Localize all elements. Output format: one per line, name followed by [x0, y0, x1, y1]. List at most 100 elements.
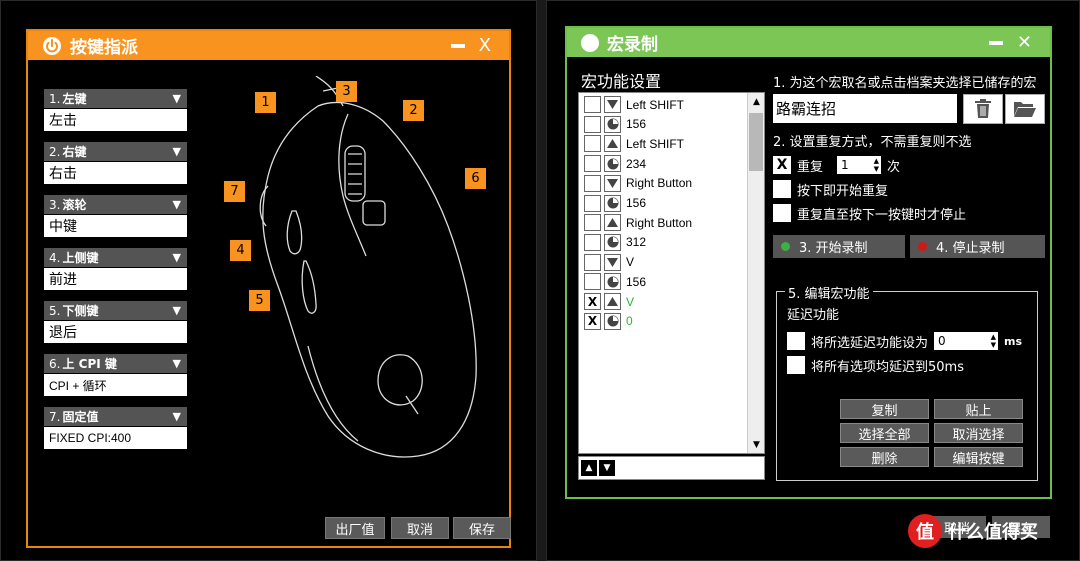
dropdown-arrow-icon[interactable]: ▼ [173, 251, 181, 264]
minimize-icon[interactable] [988, 40, 1003, 45]
item-checkbox[interactable]: X [584, 312, 601, 330]
item-checkbox[interactable]: X [584, 293, 601, 310]
key-down-icon [604, 96, 621, 113]
select-all-button[interactable]: 选择全部 [840, 423, 929, 443]
macro-list-item[interactable]: Right Button [584, 213, 692, 232]
key-slot-value[interactable]: 右击 [44, 162, 187, 184]
close-icon[interactable]: ✕ [1017, 33, 1032, 52]
move-up-icon[interactable]: ▲ [581, 460, 597, 476]
item-checkbox[interactable] [584, 253, 601, 271]
item-checkbox[interactable] [584, 194, 601, 212]
item-label: V [626, 255, 635, 270]
list-scrollbar[interactable]: ▲ ▼ [747, 93, 764, 453]
trash-icon [975, 99, 991, 118]
macro-recording-dialog: 宏录制 ✕ 宏功能设置 Left SHIFT 156 Left SHIFT 234 Ri… [565, 26, 1052, 499]
red-dot-icon [918, 242, 927, 251]
key-slot-6[interactable]: 6. 上 CPI 键 ▼ CPI + 循环 [44, 354, 187, 396]
item-checkbox[interactable] [584, 214, 601, 232]
delete-macro-button[interactable] [963, 94, 1003, 124]
key-slot-value[interactable]: FIXED CPI:400 [44, 427, 187, 449]
cancel-button[interactable]: 取消 [391, 517, 449, 539]
macro-list-item[interactable]: XV [584, 292, 634, 311]
scroll-down-icon[interactable]: ▼ [748, 436, 765, 453]
close-icon[interactable]: X [479, 36, 491, 55]
macro-list-item[interactable]: 156 [584, 272, 646, 291]
stepper-arrows-icon[interactable]: ▲ ▼ [874, 157, 879, 173]
set-delay-option[interactable]: 将所选延迟功能设为 0 ▲ ▼ ms [787, 331, 1022, 351]
item-checkbox[interactable] [584, 273, 601, 291]
step1-label: 1. 为这个宏取名或点击档案夹选择已储存的宏 [773, 76, 1037, 91]
key-slot-value[interactable]: CPI + 循环 [44, 374, 187, 396]
stepper-arrows-icon[interactable]: ▲ ▼ [991, 333, 996, 349]
press-start-option[interactable]: 按下即开始重复 [773, 179, 888, 199]
key-slot-7[interactable]: 7. 固定值 ▼ FIXED CPI:400 [44, 407, 187, 449]
key-slot-2[interactable]: 2. 右键 ▼ 右击 [44, 142, 187, 184]
delay-clock-icon [604, 115, 621, 133]
dropdown-arrow-icon[interactable]: ▼ [173, 92, 181, 105]
minimize-icon[interactable] [450, 43, 465, 48]
key-slot-5[interactable]: 5. 下侧键 ▼ 退后 [44, 301, 187, 343]
factory-reset-button[interactable]: 出厂值 [325, 517, 385, 539]
move-down-icon[interactable]: ▼ [599, 460, 615, 476]
macro-list-item[interactable]: V [584, 253, 634, 272]
item-checkbox[interactable] [584, 115, 601, 133]
macro-list-title: 宏功能设置 [581, 72, 662, 91]
key-assignment-dialog: 按键指派 X 1. 左键 ▼ 左击 2. 右键 ▼ 右击 3. 滚轮 ▼ 中键 4. 上侧键 ▼… [26, 29, 511, 548]
item-checkbox[interactable] [584, 174, 601, 192]
dropdown-arrow-icon[interactable]: ▼ [173, 198, 181, 211]
macro-list-item[interactable]: 312 [584, 233, 646, 252]
scroll-up-icon[interactable]: ▲ [748, 93, 765, 110]
macro-list-item[interactable]: 156 [584, 115, 646, 134]
paste-button[interactable]: 贴上 [934, 399, 1023, 419]
key-up-icon [604, 214, 621, 232]
macro-list-item[interactable]: Left SHIFT [584, 95, 684, 114]
key-slot-1[interactable]: 1. 左键 ▼ 左击 [44, 89, 187, 131]
dropdown-arrow-icon[interactable]: ▼ [173, 357, 181, 370]
copy-button[interactable]: 复制 [840, 399, 929, 419]
delay-title: 延迟功能 [787, 308, 840, 323]
dropdown-arrow-icon[interactable]: ▼ [173, 304, 181, 317]
delay-clock-icon [604, 273, 621, 291]
repeat-count-stepper[interactable]: 1 ▲ ▼ [837, 156, 882, 174]
repeat-checkbox[interactable]: X [773, 156, 791, 174]
set-delay-checkbox[interactable] [787, 332, 805, 350]
stop-record-button[interactable]: 4. 停止录制 [910, 235, 1045, 258]
key-slot-value[interactable]: 前进 [44, 268, 187, 290]
key-slot-value[interactable]: 中键 [44, 215, 187, 237]
delay-clock-icon [604, 312, 621, 330]
item-checkbox[interactable] [584, 155, 601, 173]
key-slot-value[interactable]: 左击 [44, 109, 187, 131]
key-slot-value[interactable]: 退后 [44, 321, 187, 343]
until-next-checkbox[interactable] [773, 204, 791, 222]
key-slot-4[interactable]: 4. 上侧键 ▼ 前进 [44, 248, 187, 290]
all-delay-option[interactable]: 将所有选项均延迟到50ms [787, 355, 964, 375]
item-checkbox[interactable] [584, 96, 601, 113]
edit-key-button[interactable]: 编辑按键 [934, 447, 1023, 467]
delete-button[interactable]: 删除 [840, 447, 929, 467]
dropdown-arrow-icon[interactable]: ▼ [173, 410, 181, 423]
delay-stepper[interactable]: 0 ▲ ▼ [934, 332, 999, 350]
open-folder-button[interactable] [1005, 94, 1045, 124]
until-next-option[interactable]: 重复直至按下一按键时才停止 [773, 203, 966, 223]
item-label: Right Button [626, 176, 693, 191]
save-button[interactable]: 保存 [453, 517, 511, 539]
macro-list-item[interactable]: 156 [584, 194, 646, 213]
callout-2: 2 [403, 100, 424, 121]
all-delay-checkbox[interactable] [787, 356, 805, 374]
scroll-thumb[interactable] [749, 113, 763, 171]
deselect-button[interactable]: 取消选择 [934, 423, 1023, 443]
macro-list-item[interactable]: X0 [584, 312, 633, 331]
item-checkbox[interactable] [584, 135, 601, 153]
key-slot-3[interactable]: 3. 滚轮 ▼ 中键 [44, 195, 187, 237]
press-start-checkbox[interactable] [773, 180, 791, 198]
macro-list-item[interactable]: Left SHIFT [584, 134, 684, 153]
dropdown-arrow-icon[interactable]: ▼ [173, 145, 181, 158]
item-checkbox[interactable] [584, 233, 601, 251]
macro-name-input[interactable]: 路霸连招 [773, 94, 957, 123]
start-record-button[interactable]: 3. 开始录制 [773, 235, 905, 258]
macro-event-list[interactable]: Left SHIFT 156 Left SHIFT 234 Right Button 15… [578, 92, 765, 454]
macro-list-item[interactable]: Right Button [584, 174, 692, 193]
step2-label: 2. 设置重复方式，不需重复则不选 [773, 135, 972, 150]
repeat-option[interactable]: X 重复 1 ▲ ▼ 次 [773, 155, 900, 175]
macro-list-item[interactable]: 234 [584, 154, 646, 173]
